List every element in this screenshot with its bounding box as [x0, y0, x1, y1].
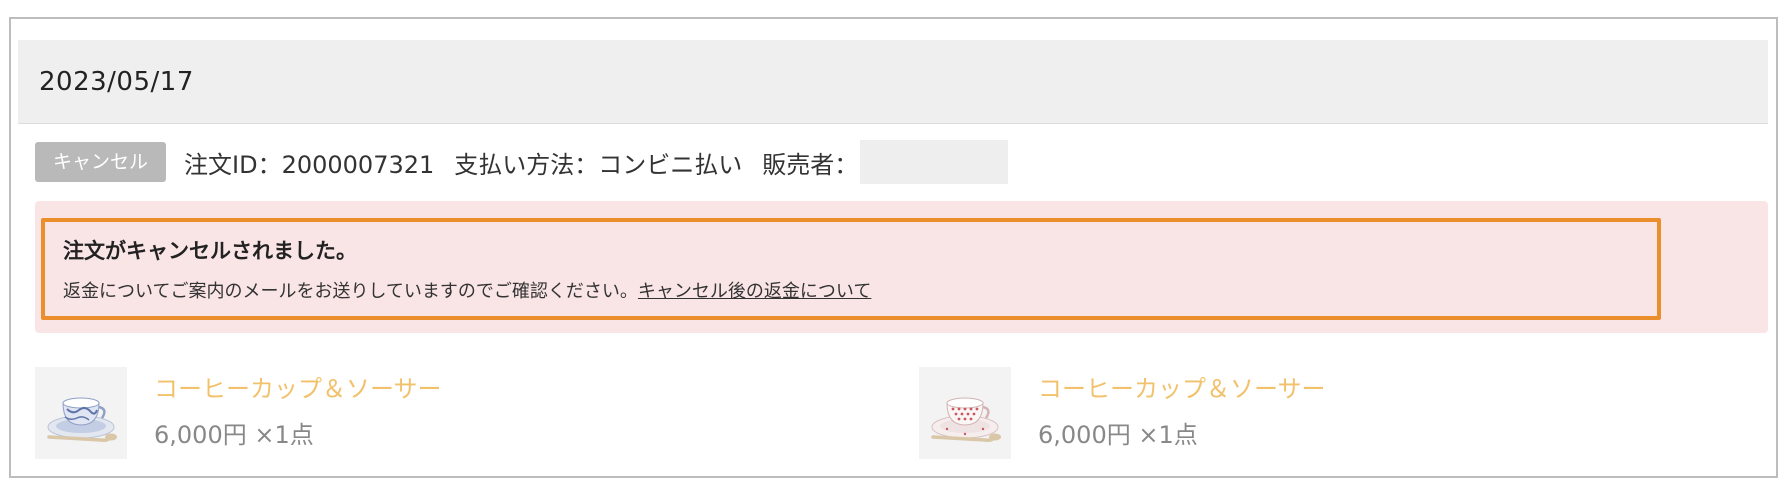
refund-info-link[interactable]: キャンセル後の返金について [638, 281, 871, 302]
item-price: 6,000円 ×1点 [1038, 415, 1198, 450]
quantity: ×1点 [254, 421, 314, 449]
payment-method: 支払い方法：コンビニ払い [454, 150, 743, 179]
item-name-link[interactable]: コーヒーカップ＆ソーサー [1038, 369, 1326, 404]
item-name-link[interactable]: コーヒーカップ＆ソーサー [154, 369, 442, 404]
quantity: ×1点 [1138, 421, 1198, 449]
cancel-notice-title: 注文がキャンセルされました。 [63, 239, 357, 263]
seller-name-redacted [860, 140, 1009, 184]
order-meta-row: キャンセル 注文ID：2000007321 支払い方法：コンビニ払い 販売者： [35, 140, 1009, 184]
order-id: 注文ID：2000007321 [184, 150, 435, 179]
price-value: 6,000円 [154, 421, 247, 449]
cup-red-dots-image[interactable] [919, 367, 1011, 459]
cancel-notice-text: 返金についてご案内のメールをお送りしていますのでご確認ください。 [63, 281, 638, 302]
cancel-notice: 注文がキャンセルされました。 返金についてご案内のメールをお送りしていますのでご… [41, 218, 1661, 320]
order-date-header: 2023/05/17 [18, 40, 1768, 124]
status-badge: キャンセル [35, 142, 167, 182]
seller-label: 販売者： [762, 150, 859, 179]
cancel-notice-body: 返金についてご案内のメールをお送りしていますのでご確認ください。キャンセル後の返… [63, 277, 871, 303]
order-date: 2023/05/17 [39, 67, 194, 97]
price-value: 6,000円 [1038, 421, 1131, 449]
cup-blue-pattern-image[interactable] [35, 367, 127, 459]
item-price: 6,000円 ×1点 [154, 415, 314, 450]
